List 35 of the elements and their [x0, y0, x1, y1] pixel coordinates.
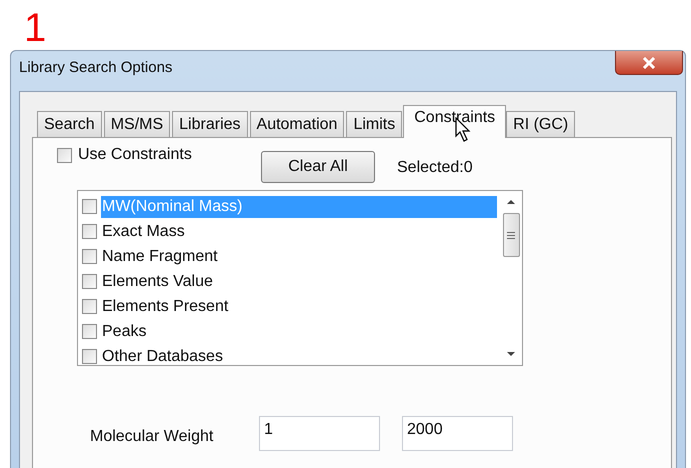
- tab[interactable]: RI (GC): [506, 111, 576, 137]
- field-label: Molecular Weight: [90, 426, 214, 446]
- checkbox[interactable]: [82, 324, 97, 339]
- list-item[interactable]: Elements Present: [101, 296, 497, 318]
- list-item[interactable]: Exact Mass: [101, 220, 497, 242]
- scroll-down-icon[interactable]: [506, 351, 516, 357]
- list-item[interactable]: Peaks: [101, 320, 497, 342]
- scroll-thumb[interactable]: [502, 213, 520, 257]
- checkbox[interactable]: [82, 249, 97, 264]
- clear-all-button[interactable]: Clear All: [261, 151, 375, 183]
- checkbox[interactable]: [82, 224, 97, 239]
- min-weight-field[interactable]: 1: [259, 416, 380, 451]
- scroll-up-icon[interactable]: [506, 199, 516, 205]
- close-button[interactable]: [615, 51, 683, 75]
- selected-count: Selected:0: [397, 159, 473, 177]
- tab[interactable]: Search: [37, 111, 102, 137]
- checkbox[interactable]: [82, 199, 97, 214]
- tab[interactable]: Libraries: [172, 111, 248, 137]
- checkbox[interactable]: [57, 148, 72, 162]
- tab[interactable]: MS/MS: [104, 111, 170, 137]
- checkbox[interactable]: [82, 299, 97, 314]
- tab[interactable]: Constraints: [403, 105, 506, 138]
- checkbox[interactable]: [82, 349, 97, 364]
- max-weight-field[interactable]: 2000: [402, 416, 513, 451]
- tab[interactable]: Automation: [250, 111, 344, 137]
- list-item[interactable]: Name Fragment: [101, 246, 497, 268]
- window-title: Library Search Options: [19, 59, 172, 76]
- tab[interactable]: Limits: [346, 111, 402, 137]
- checkbox[interactable]: [82, 274, 97, 289]
- checkbox-label: Use Constraints: [78, 146, 192, 164]
- step-number: 1: [24, 8, 48, 50]
- list-item[interactable]: Elements Value: [101, 270, 497, 292]
- list-item[interactable]: Other Databases: [101, 346, 497, 365]
- close-icon: [642, 56, 656, 68]
- grip-icon: [507, 232, 515, 238]
